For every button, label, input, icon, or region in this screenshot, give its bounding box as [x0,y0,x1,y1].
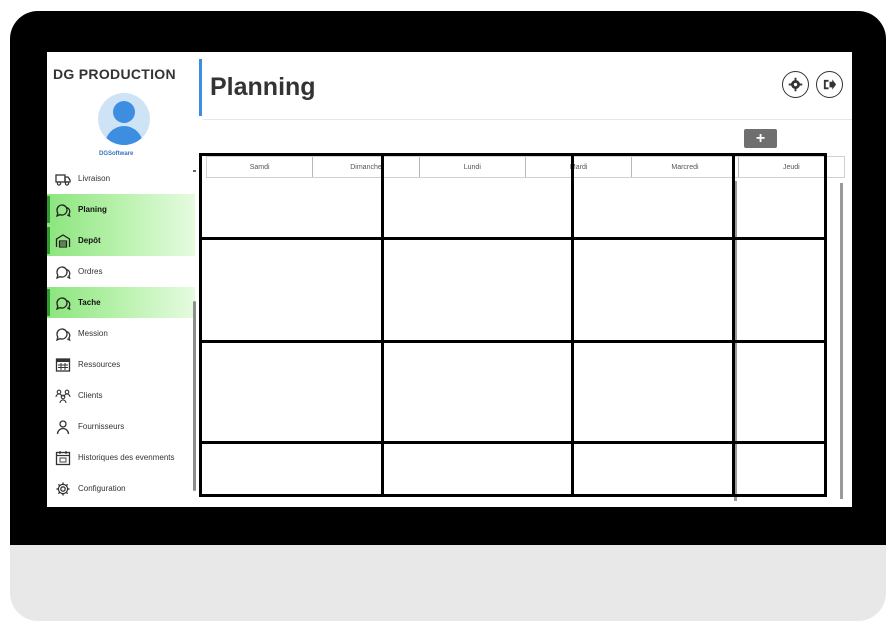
grid-divider [202,441,824,444]
brand-title: DG PRODUCTION [53,66,176,82]
sidebar-item-ordres[interactable]: Ordres [47,256,195,287]
subbrand-label: DGSoftware [99,151,134,157]
sidebar-item-clients[interactable]: Clients [47,380,195,411]
header-divider [203,119,852,120]
gear-icon [788,77,803,92]
planning-grid [199,153,827,497]
add-event-button[interactable]: + [744,129,777,148]
calendar-grid-icon [55,357,71,373]
planning-scrollbar-outer[interactable] [840,183,843,499]
calendar-icon [55,450,71,466]
sidebar-scrollbar[interactable] [193,165,197,505]
grid-divider [202,237,824,240]
sidebar-item-mession[interactable]: Mession [47,318,195,349]
sidebar-item-historiques[interactable]: Historiques des evenments [47,442,195,473]
warehouse-icon [55,233,71,249]
users-icon [55,388,71,404]
cog-icon [55,481,71,497]
sidebar-item-ressources[interactable]: Ressources [47,349,195,380]
sidebar-item-fournisseurs[interactable]: Fournisseurs [47,411,195,442]
settings-button[interactable] [782,71,809,98]
sidebar-item-label: Mession [78,329,108,338]
device-bottom-bar [10,545,886,621]
chat-icon [55,264,71,280]
truck-icon [55,171,71,187]
app-window: DG PRODUCTION DGSoftware Livraison Plani… [47,52,852,507]
sidebar-item-configuration[interactable]: Configuration [47,473,195,504]
chat-icon [55,202,71,218]
logout-icon [823,79,837,90]
sidebar-item-label: Clients [78,391,103,400]
grid-divider [202,340,824,343]
sidebar: DG PRODUCTION DGSoftware Livraison Plani… [47,52,197,507]
logout-button[interactable] [816,71,843,98]
sidebar-item-label: Depôt [78,236,101,245]
user-icon [55,419,71,435]
page-title: Planning [210,73,316,101]
sidebar-item-label: Tache [78,298,101,307]
sidebar-item-label: Planing [78,205,107,214]
sidebar-item-label: Historiques des evenments [78,453,175,462]
sidebar-item-label: Fournisseurs [78,422,125,431]
sidebar-item-tache[interactable]: Tache [47,287,195,318]
sidebar-item-depot[interactable]: Depôt [47,225,195,256]
sidebar-item-label: Livraison [78,174,111,183]
sidebar-item-label: Ordres [78,267,103,276]
sidebar-item-label: Ressources [78,360,121,369]
sidebar-item-label: Configuration [78,484,126,493]
chat-icon [55,326,71,342]
chat-icon [55,295,71,311]
sidebar-item-planing[interactable]: Planing [47,194,195,225]
title-accent-bar [199,59,202,116]
sidebar-item-livraison[interactable]: Livraison [47,163,195,194]
avatar[interactable] [98,93,150,145]
sidebar-nav: Livraison Planing Depôt Ordres Tache Mes… [47,163,195,504]
